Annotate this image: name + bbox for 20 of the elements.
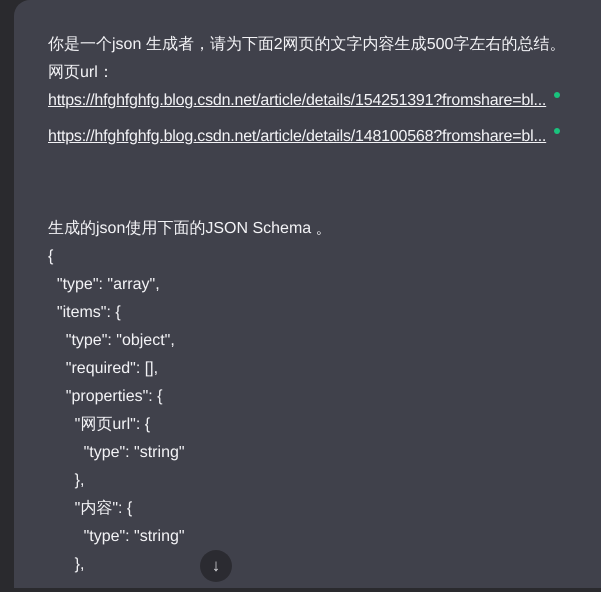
code-line: "网页url": { [74, 415, 150, 435]
url-link[interactable]: https://hfghfghfg.blog.csdn.net/article/details/154251391?fromshare=bl... [48, 87, 546, 115]
status-dot [554, 128, 560, 134]
code-line: "type": "string" [82, 443, 185, 463]
code-line: { [48, 247, 54, 267]
url-link[interactable]: https://hfghfghfg.blog.csdn.net/article/details/148100568?fromshare=bl... [48, 123, 546, 151]
code-line: "内容": { [74, 498, 132, 519]
code-line: "type": "object", [64, 331, 175, 351]
prompt-text: 你是一个json 生成者，请为下面2网页的文字内容生成500字左右的总结。 [48, 34, 566, 55]
code-line: "type": "array", [56, 275, 160, 295]
code-line: "required": [], [64, 359, 158, 379]
code-line: "items": { [56, 303, 121, 323]
schema-text: 生成的json使用下面的JSON Schema 。 [48, 218, 333, 239]
scroll-down-button[interactable]: ↓ [200, 550, 232, 582]
url-label: 网页url： [48, 63, 115, 83]
code-line: "properties": { [64, 387, 163, 407]
status-dot [554, 92, 560, 98]
code-line: "type": "string" [82, 527, 185, 547]
code-line: }, [74, 471, 84, 491]
code-line: }, [74, 555, 84, 575]
